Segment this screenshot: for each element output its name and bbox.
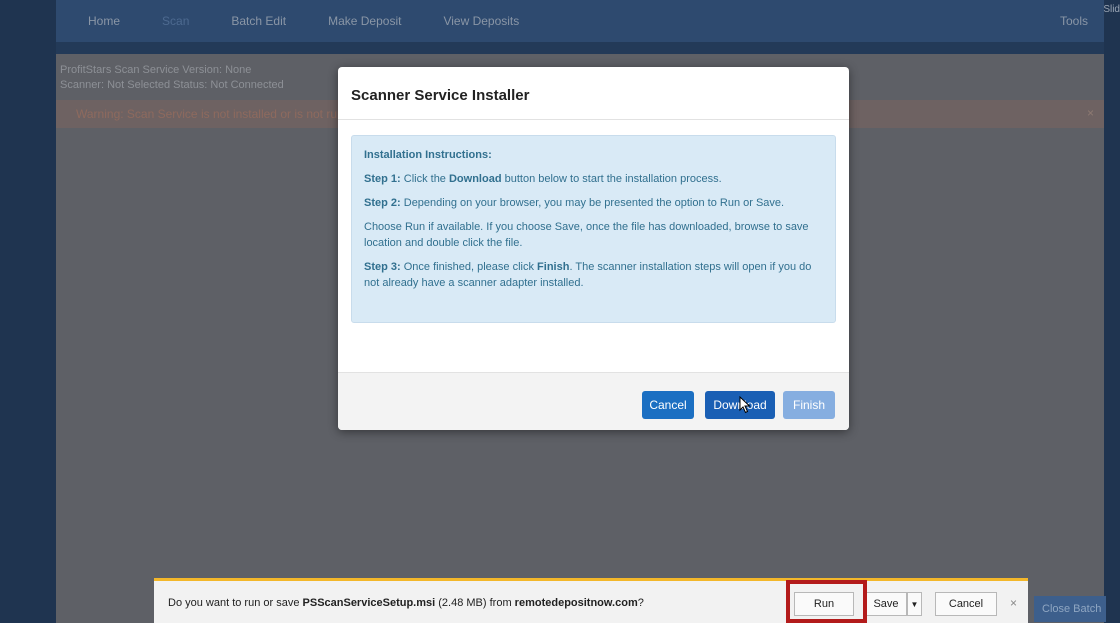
scanner-installer-modal: Scanner Service Installer Installation I… — [338, 67, 849, 430]
download-site: remotedepositnow.com — [514, 597, 638, 609]
download-notification-bar: Do you want to run or save PSScanService… — [154, 578, 1028, 623]
instructions-title: Installation Instructions: — [364, 149, 492, 161]
installation-instructions: Installation Instructions: Step 1: Click… — [351, 135, 836, 323]
nav-tools[interactable]: Tools — [1060, 14, 1088, 28]
save-dropdown-icon[interactable]: ▼ — [907, 592, 922, 616]
run-highlight-box — [786, 580, 867, 623]
step-2: Step 2: Depending on your browser, you m… — [364, 195, 823, 211]
cancel-button[interactable]: Cancel — [642, 391, 694, 419]
modal-title: Scanner Service Installer — [351, 87, 530, 104]
step-3-label: Step 3: — [364, 261, 401, 273]
download-prompt-pre: Do you want to run or save — [168, 597, 303, 609]
download-cancel-button[interactable]: Cancel — [935, 592, 997, 616]
step-1-post: button below to start the installation p… — [501, 173, 722, 185]
download-file-size: (2.48 MB) from — [435, 597, 515, 609]
sub-bar — [56, 42, 1104, 54]
modal-divider — [338, 119, 849, 120]
warning-close-icon[interactable]: × — [1087, 106, 1094, 120]
mouse-pointer-icon — [739, 396, 751, 414]
nav-view-deposits[interactable]: View Deposits — [443, 14, 519, 28]
save-button[interactable]: Save — [865, 592, 907, 616]
download-prompt: Do you want to run or save PSScanService… — [168, 597, 644, 609]
finish-button[interactable]: Finish — [783, 391, 835, 419]
nav-home[interactable]: Home — [88, 14, 120, 28]
step-2-label: Step 2: — [364, 197, 401, 209]
step-1-download-word: Download — [448, 173, 502, 185]
step-3-finish-word: Finish — [537, 261, 570, 273]
close-batch-button[interactable]: Close Batch — [1034, 596, 1106, 622]
choose-run-text: Choose Run if available. If you choose S… — [364, 221, 809, 249]
step-3: Step 3: Once finished, please click Fini… — [364, 259, 823, 291]
right-rail — [1104, 0, 1120, 623]
nav-scan[interactable]: Scan — [162, 14, 189, 28]
scanner-status: Scanner: Not Selected Status: Not Connec… — [60, 79, 284, 91]
modal-footer: Cancel Download Finish — [338, 372, 849, 430]
nav-make-deposit[interactable]: Make Deposit — [328, 14, 401, 28]
download-prompt-post: ? — [637, 597, 644, 609]
step-3-pre: Once finished, please click — [400, 261, 538, 273]
scan-status: ProfitStars Scan Service Version: None S… — [60, 63, 284, 93]
download-bar-close-icon[interactable]: × — [1010, 596, 1017, 610]
nav-batch-edit[interactable]: Batch Edit — [231, 14, 286, 28]
step-1: Step 1: Click the Download button below … — [364, 171, 823, 187]
step-1-label: Step 1: — [364, 173, 401, 185]
step-2-text: Depending on your browser, you may be pr… — [400, 197, 785, 209]
top-nav: Home Scan Batch Edit Make Deposit View D… — [56, 0, 1104, 42]
scan-service-version: ProfitStars Scan Service Version: None — [60, 64, 252, 76]
download-file-name: PSScanServiceSetup.msi — [302, 597, 436, 609]
slide-tag: Slid — [1103, 4, 1120, 15]
step-1-pre: Click the — [400, 173, 449, 185]
left-rail — [0, 0, 56, 623]
